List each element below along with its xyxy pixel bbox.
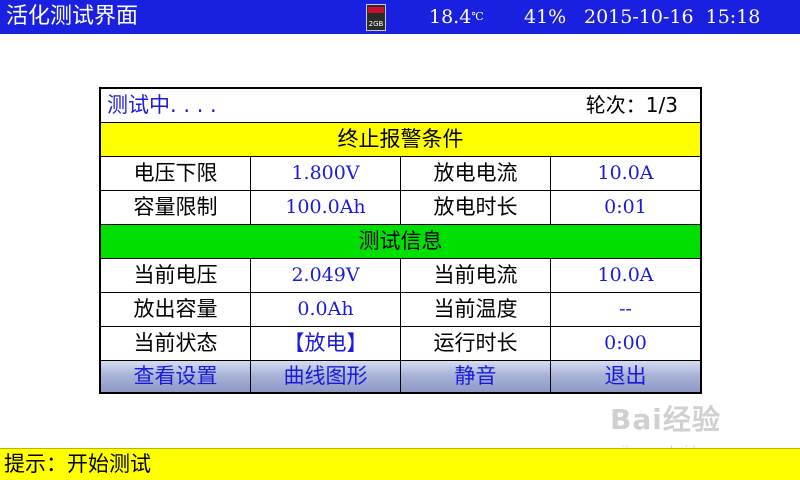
watermark-brand: Bai经验 — [610, 403, 721, 436]
curve-graph-button[interactable]: 曲线图形 — [251, 361, 401, 392]
view-settings-button[interactable]: 查看设置 — [101, 361, 251, 392]
value-current-voltage: 2.049V — [251, 259, 401, 292]
round-counter: 轮次：1/3 — [585, 93, 678, 117]
sd-card-capacity: 2GB — [368, 20, 384, 28]
temperature-unit: ℃ — [471, 10, 484, 23]
hint-text: 提示：开始测试 — [4, 452, 151, 476]
test-status: 测试中. . . . — [107, 93, 217, 117]
mute-button[interactable]: 静音 — [401, 361, 551, 392]
value-current-temperature: -- — [619, 298, 632, 320]
value-voltage-lower-limit: 1.800V — [251, 157, 401, 190]
value-run-duration: 0:00 — [604, 332, 647, 354]
label-voltage-lower-limit: 电压下限 — [101, 157, 251, 190]
status-row: 测试中. . . . 轮次：1/3 — [101, 89, 700, 123]
app-title: 活化测试界面 — [6, 4, 139, 29]
label-current-temperature: 当前温度 — [401, 293, 551, 326]
label-capacity-limit: 容量限制 — [101, 191, 251, 224]
value-current-current: 10.0A — [597, 264, 654, 286]
value-discharged-capacity: 0.0Ah — [251, 293, 401, 326]
battery-level: 41% — [524, 6, 567, 28]
sd-card-icon: 2GB — [366, 4, 386, 31]
label-discharge-duration: 放电时长 — [401, 191, 551, 224]
test-panel: 测试中. . . . 轮次：1/3 终止报警条件 电压下限 1.800V 放电电… — [99, 87, 702, 394]
label-run-duration: 运行时长 — [401, 327, 551, 360]
temperature-readout: 18.4℃ — [429, 2, 484, 32]
value-current-state: 【放电】 — [251, 327, 401, 360]
datetime: 2015-10-16 15:18 — [584, 6, 761, 28]
table-row: 当前状态 【放电】 运行时长 0:00 — [101, 327, 700, 361]
label-current-voltage: 当前电压 — [101, 259, 251, 292]
label-current-state: 当前状态 — [101, 327, 251, 360]
hint-bar: 提示：开始测试 — [0, 448, 800, 480]
button-row: 查看设置 曲线图形 静音 退出 — [101, 361, 700, 392]
value-discharge-current: 10.0A — [597, 162, 654, 184]
temperature-value: 18.4 — [429, 6, 472, 28]
table-row: 电压下限 1.800V 放电电流 10.0A — [101, 157, 700, 191]
exit-button[interactable]: 退出 — [551, 361, 700, 392]
value-capacity-limit: 100.0Ah — [251, 191, 401, 224]
section-header-alarm: 终止报警条件 — [101, 123, 700, 157]
table-row: 当前电压 2.049V 当前电流 10.0A — [101, 259, 700, 293]
table-row: 放出容量 0.0Ah 当前温度 -- — [101, 293, 700, 327]
table-row: 容量限制 100.0Ah 放电时长 0:01 — [101, 191, 700, 225]
section-header-test-info: 测试信息 — [101, 225, 700, 259]
label-current-current: 当前电流 — [401, 259, 551, 292]
top-status-bar: 活化测试界面 2GB 18.4℃ 41% 2015-10-16 15:18 — [0, 0, 800, 34]
label-discharged-capacity: 放出容量 — [101, 293, 251, 326]
label-discharge-current: 放电电流 — [401, 157, 551, 190]
value-discharge-duration: 0:01 — [604, 196, 647, 218]
sd-card-label-band — [368, 7, 384, 13]
